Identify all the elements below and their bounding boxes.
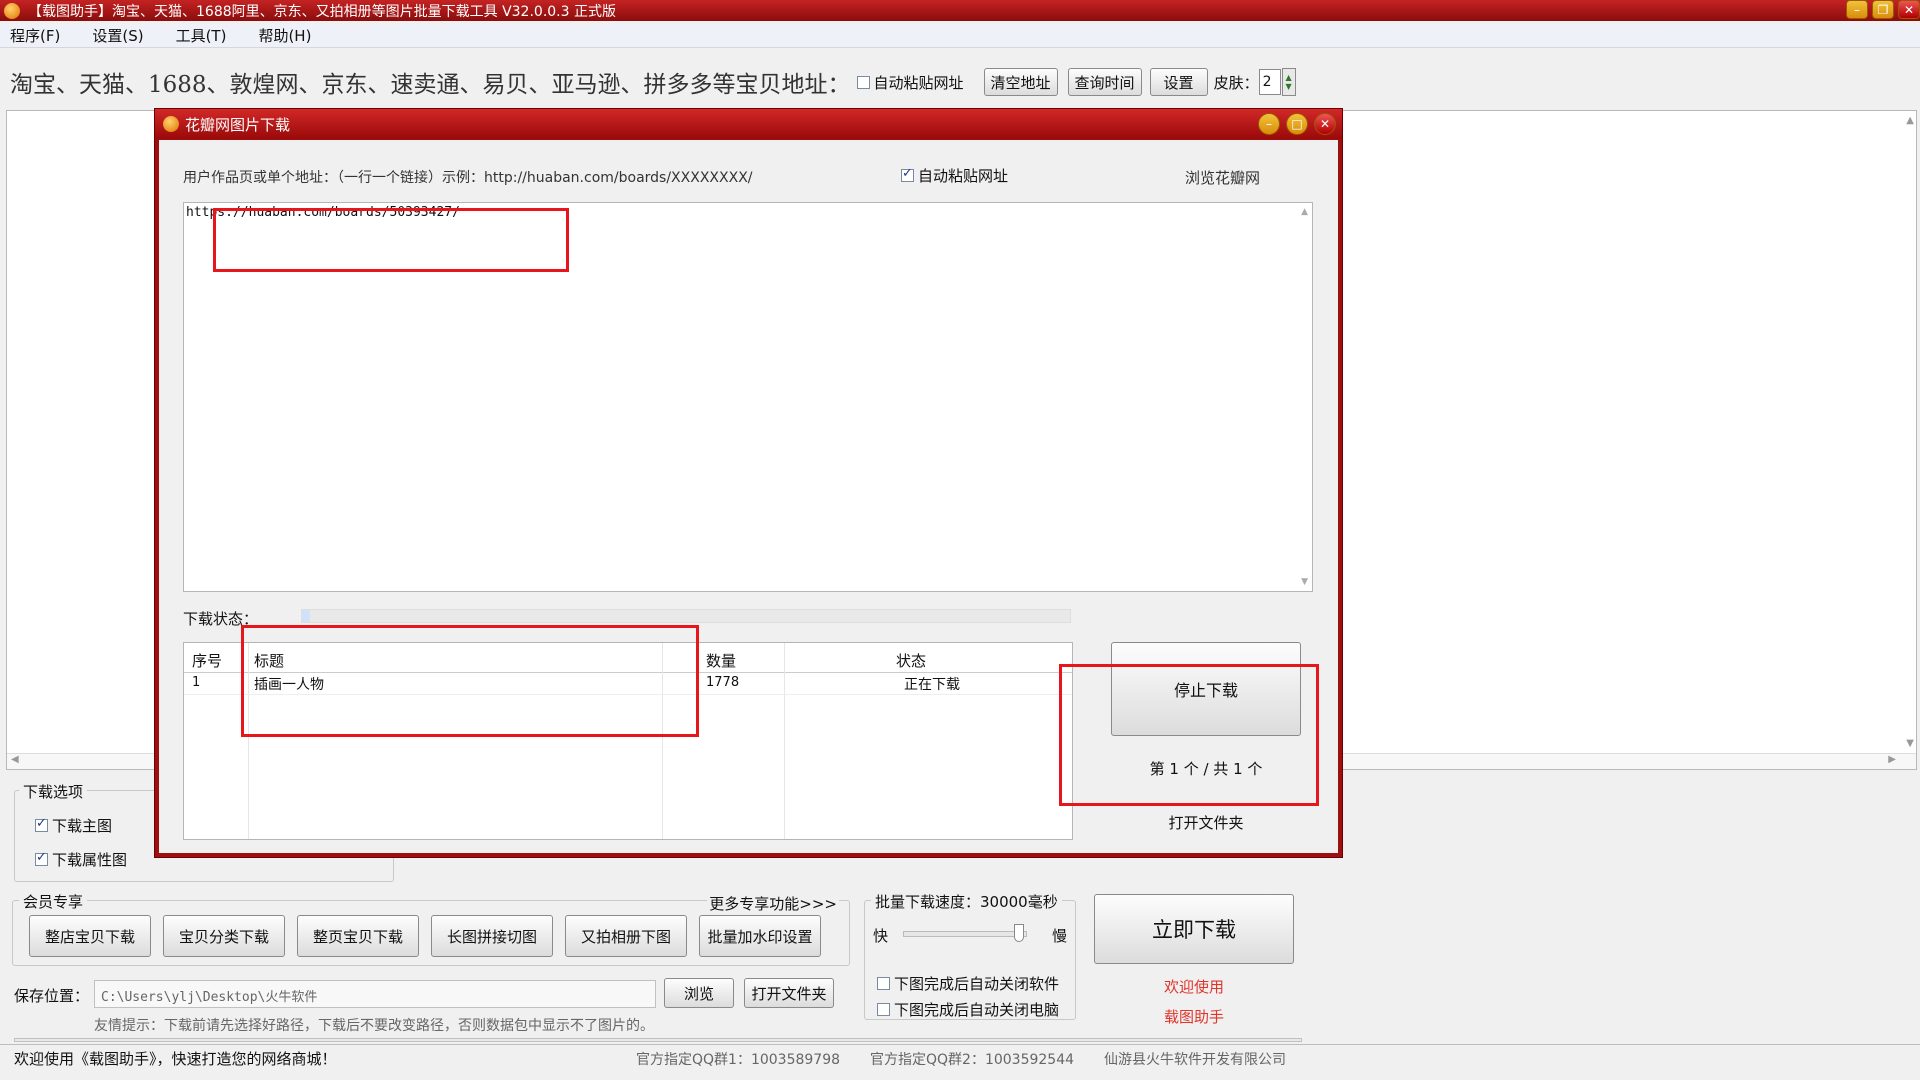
status-bar: 欢迎使用《载图助手》，快速打造您的网络商城！ 官方指定QQ群1：10035897…	[0, 1044, 1920, 1072]
member-label: 会员专享	[19, 891, 88, 912]
menu-settings[interactable]: 设置(S)	[92, 25, 143, 46]
clear-address-button[interactable]: 清空地址	[983, 68, 1058, 96]
auto-close-pc-checkbox[interactable]	[877, 1003, 890, 1016]
app-icon	[4, 2, 20, 19]
scroll-left-icon[interactable]: ◀	[11, 754, 19, 765]
speed-group: 批量下载速度：30000毫秒 快 慢 下图完成后自动关闭软件 下图完成后自动关闭…	[864, 891, 1076, 1020]
table-title-highlight-box	[241, 625, 699, 737]
textarea-scroll-up-icon[interactable]: ▲	[1301, 207, 1308, 217]
dialog-title: 花瓣网图片下载	[185, 115, 291, 134]
long-image-stitch-button[interactable]: 长图拼接切图	[431, 915, 553, 957]
auto-close-pc-label: 下图完成后自动关闭电脑	[894, 1001, 1060, 1019]
upai-album-download-button[interactable]: 又拍相册下图	[565, 915, 687, 957]
download-now-button[interactable]: 立即下载	[1094, 894, 1294, 964]
download-main-label: 下载主图	[52, 817, 113, 835]
skin-label: 皮肤：	[1213, 73, 1259, 92]
welcome-line-1: 欢迎使用	[1163, 978, 1224, 996]
dialog-body: 用户作品页或单个地址：（一行一个链接）示例：http://huaban.com/…	[159, 140, 1338, 853]
dialog-app-icon	[163, 116, 179, 132]
address-row: 淘宝、天猫、1688、敦煌网、京东、速卖通、易贝、亚马逊、拼多多等宝贝地址： 自…	[0, 64, 1920, 100]
dialog-auto-paste-checkbox[interactable]	[901, 166, 914, 182]
main-window-title: 【载图助手】淘宝、天猫、1688阿里、京东、又拍相册等图片批量下载工具 V32.…	[28, 3, 616, 20]
url-highlight-box	[213, 208, 569, 272]
skin-spinner-icon[interactable]: ▲ ▼	[1281, 68, 1296, 96]
scroll-right-icon[interactable]: ▶	[1888, 754, 1896, 765]
col-status-header[interactable]: 状态	[896, 650, 926, 671]
col-index-header[interactable]: 序号	[192, 650, 222, 671]
skin-value[interactable]: 2	[1258, 69, 1281, 95]
speed-slow-label: 慢	[1051, 927, 1067, 945]
stop-area-highlight-box	[1059, 664, 1319, 806]
scroll-up-icon[interactable]: ▲	[1906, 115, 1914, 126]
main-title-bar: 【载图助手】淘宝、天猫、1688阿里、京东、又拍相册等图片批量下载工具 V32.…	[0, 0, 1920, 21]
dialog-maximize-icon[interactable]: □	[1286, 113, 1308, 135]
huaban-download-dialog: 花瓣网图片下载 – □ ✕ 用户作品页或单个地址：（一行一个链接）示例：http…	[154, 108, 1343, 858]
speed-fast-label: 快	[873, 927, 889, 945]
download-attr-label: 下载属性图	[52, 851, 128, 869]
dialog-close-icon[interactable]: ✕	[1314, 113, 1336, 135]
query-time-button[interactable]: 查询时间	[1067, 68, 1142, 96]
dialog-minimize-icon[interactable]: –	[1258, 113, 1280, 135]
menu-tools[interactable]: 工具(T)	[176, 25, 227, 46]
download-progress-bar	[301, 609, 1071, 623]
batch-watermark-button[interactable]: 批量加水印设置	[699, 915, 821, 957]
whole-shop-download-button[interactable]: 整店宝贝下载	[29, 915, 151, 957]
auto-close-software-label: 下图完成后自动关闭软件	[894, 975, 1060, 993]
status-welcome: 欢迎使用《载图助手》，快速打造您的网络商城！	[14, 1050, 337, 1068]
auto-close-software-checkbox[interactable]	[877, 977, 890, 990]
minimize-icon[interactable]: –	[1846, 0, 1868, 19]
scroll-down-icon[interactable]: ▼	[1906, 738, 1914, 749]
category-download-button[interactable]: 宝贝分类下载	[163, 915, 285, 957]
speed-slider-thumb[interactable]	[1013, 924, 1024, 942]
menu-program[interactable]: 程序(F)	[10, 25, 60, 46]
download-attr-checkbox[interactable]	[35, 850, 48, 866]
save-path-input[interactable]: C:\Users\ylj\Desktop\火牛软件	[94, 980, 656, 1008]
speed-label: 批量下载速度：30000毫秒	[871, 891, 1062, 912]
whole-page-download-button[interactable]: 整页宝贝下载	[297, 915, 419, 957]
dialog-open-folder-link[interactable]: 打开文件夹	[1111, 812, 1301, 833]
address-label: 淘宝、天猫、1688、敦煌网、京东、速卖通、易贝、亚马逊、拼多多等宝贝地址：	[10, 72, 851, 98]
restore-icon[interactable]: ❐	[1872, 0, 1894, 19]
auto-paste-checkbox[interactable]	[856, 75, 870, 89]
browse-path-button[interactable]: 浏览	[664, 978, 734, 1008]
more-features-link[interactable]: 更多专享功能>>>	[707, 893, 839, 914]
main-progress-bar	[14, 1038, 1302, 1042]
status-qq-group-1: 官方指定QQ群1：1003589798	[636, 1051, 841, 1068]
download-options-label: 下载选项	[19, 781, 88, 802]
browse-huaban-link[interactable]: 浏览花瓣网	[1185, 167, 1260, 188]
row-count: 1778	[706, 675, 740, 690]
col-count-header[interactable]: 数量	[706, 650, 736, 671]
settings-button[interactable]: 设置	[1149, 68, 1208, 96]
download-main-checkbox[interactable]	[35, 816, 48, 832]
dialog-title-bar: 花瓣网图片下载 – □ ✕	[155, 109, 1342, 139]
save-location-label: 保存位置：	[14, 987, 90, 1005]
save-tip: 友情提示：下载前请先选择好路径，下载后不要改变路径，否则数据包中显示不了图片的。	[94, 1018, 654, 1034]
dialog-auto-paste-label: 自动粘贴网址	[918, 167, 1009, 185]
menu-help[interactable]: 帮助(H)	[258, 25, 311, 46]
member-group: 会员专享 更多专享功能>>> 整店宝贝下载 宝贝分类下载 整页宝贝下载 长图拼接…	[12, 891, 850, 966]
open-folder-button[interactable]: 打开文件夹	[744, 978, 834, 1008]
download-progress-fill	[302, 610, 310, 622]
url-instruction-label: 用户作品页或单个地址：（一行一个链接）示例：http://huaban.com/…	[183, 170, 753, 186]
textarea-scroll-down-icon[interactable]: ▼	[1301, 577, 1308, 587]
status-company: 仙游县火牛软件开发有限公司	[1104, 1051, 1286, 1068]
welcome-line-2: 载图助手	[1163, 1008, 1224, 1026]
close-icon[interactable]: ✕	[1898, 0, 1920, 19]
status-qq-group-2: 官方指定QQ群2：1003592544	[870, 1051, 1075, 1068]
auto-paste-label: 自动粘贴网址	[873, 73, 964, 92]
row-status: 正在下载	[904, 677, 960, 693]
speed-slider-track[interactable]	[903, 924, 1027, 942]
menu-bar: 程序(F) 设置(S) 工具(T) 帮助(H)	[0, 24, 1920, 48]
row-index: 1	[192, 675, 201, 690]
